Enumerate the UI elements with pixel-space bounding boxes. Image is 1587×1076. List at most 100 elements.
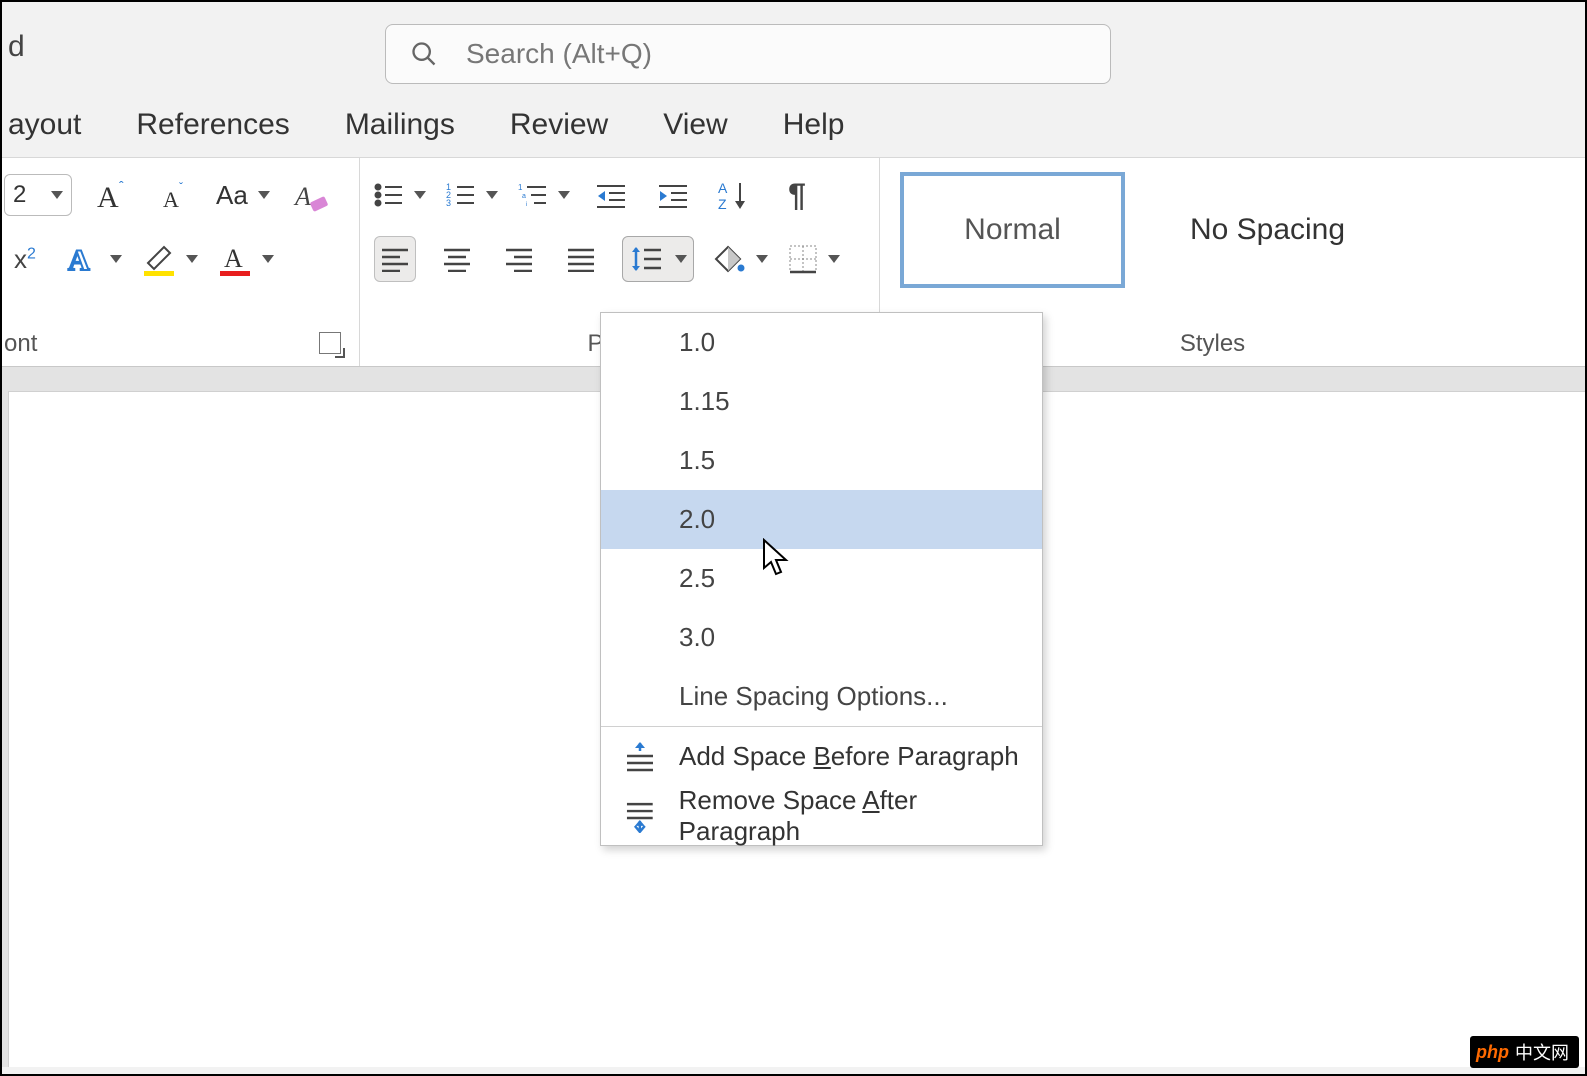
highlight-button[interactable] bbox=[142, 236, 198, 282]
line-spacing-option-1-5[interactable]: 1.5 bbox=[601, 431, 1042, 490]
svg-text:A: A bbox=[293, 182, 311, 211]
align-center-button[interactable] bbox=[436, 236, 478, 282]
title-fragment: d bbox=[8, 30, 25, 64]
line-spacing-option-label: 2.0 bbox=[679, 504, 715, 535]
line-spacing-menu: 1.0 1.15 1.5 2.0 2.5 3.0 Line Spacing Op… bbox=[600, 312, 1043, 846]
justify-button[interactable] bbox=[560, 236, 602, 282]
chevron-down-icon bbox=[828, 255, 840, 263]
line-spacing-options-label: Line Spacing Options... bbox=[679, 681, 948, 712]
styles-group-label: Styles bbox=[1180, 330, 1245, 358]
decrease-indent-button[interactable] bbox=[590, 172, 632, 218]
borders-icon bbox=[788, 244, 818, 274]
chevron-down-icon bbox=[414, 191, 426, 199]
superscript-button[interactable]: x2 bbox=[4, 236, 46, 282]
bullets-button[interactable] bbox=[374, 172, 426, 218]
change-case-button[interactable]: Aa bbox=[216, 172, 270, 218]
line-spacing-button[interactable] bbox=[622, 236, 694, 282]
line-spacing-options-item[interactable]: Line Spacing Options... bbox=[601, 667, 1042, 726]
chevron-down-icon bbox=[558, 191, 570, 199]
bullets-icon bbox=[374, 181, 404, 209]
align-center-icon bbox=[442, 246, 472, 272]
clear-formatting-button[interactable]: A bbox=[290, 172, 332, 218]
chevron-down-icon bbox=[262, 255, 274, 263]
shading-icon bbox=[714, 243, 746, 275]
svg-text:Z: Z bbox=[718, 196, 727, 211]
svg-text:i: i bbox=[526, 202, 527, 208]
align-right-button[interactable] bbox=[498, 236, 540, 282]
svg-text:3: 3 bbox=[446, 198, 451, 208]
title-bar: d Search (Alt+Q) bbox=[2, 2, 1585, 92]
tab-help[interactable]: Help bbox=[783, 108, 845, 142]
multilevel-list-icon: 1ai bbox=[518, 181, 548, 209]
show-hide-marks-button[interactable]: ¶ bbox=[776, 172, 818, 218]
shrink-font-button[interactable]: Aˇ bbox=[154, 172, 196, 218]
watermark-php: php bbox=[1476, 1042, 1509, 1063]
line-spacing-option-label: 1.5 bbox=[679, 445, 715, 476]
numbering-button[interactable]: 123 bbox=[446, 172, 498, 218]
shading-button[interactable] bbox=[714, 236, 768, 282]
sort-button[interactable]: AZ bbox=[714, 172, 756, 218]
numbering-icon: 123 bbox=[446, 181, 476, 209]
grow-font-icon: Aˆ bbox=[95, 177, 131, 213]
style-no-spacing[interactable]: No Spacing bbox=[1155, 172, 1380, 288]
line-spacing-option-2-5[interactable]: 2.5 bbox=[601, 549, 1042, 608]
increase-indent-button[interactable] bbox=[652, 172, 694, 218]
tab-references[interactable]: References bbox=[136, 108, 289, 142]
svg-text:a: a bbox=[522, 193, 526, 200]
tab-layout[interactable]: ayout bbox=[8, 108, 81, 142]
decrease-indent-icon bbox=[595, 181, 627, 209]
increase-indent-icon bbox=[657, 181, 689, 209]
font-dialog-launcher[interactable] bbox=[319, 332, 341, 354]
align-left-icon bbox=[380, 246, 410, 272]
line-spacing-option-2-0[interactable]: 2.0 bbox=[601, 490, 1042, 549]
chevron-down-icon bbox=[486, 191, 498, 199]
remove-space-after-label: Remove Space After Paragraph bbox=[679, 785, 1042, 847]
chevron-down-icon bbox=[186, 255, 198, 263]
svg-text:A: A bbox=[97, 181, 119, 213]
line-spacing-option-label: 2.5 bbox=[679, 563, 715, 594]
chevron-down-icon bbox=[258, 191, 270, 199]
tab-review[interactable]: Review bbox=[510, 108, 608, 142]
svg-text:ˆ: ˆ bbox=[119, 178, 124, 194]
font-color-button[interactable]: A bbox=[218, 236, 274, 282]
chevron-down-icon bbox=[756, 255, 768, 263]
align-left-button[interactable] bbox=[374, 236, 416, 282]
font-group-label: ont bbox=[4, 330, 37, 358]
style-no-spacing-label: No Spacing bbox=[1190, 213, 1345, 247]
line-spacing-option-1-0[interactable]: 1.0 bbox=[601, 313, 1042, 372]
pilcrow-icon: ¶ bbox=[788, 177, 806, 214]
tab-mailings[interactable]: Mailings bbox=[345, 108, 455, 142]
change-case-label: Aa bbox=[216, 180, 248, 211]
font-size-value: 2 bbox=[13, 181, 26, 209]
search-icon bbox=[410, 40, 438, 68]
sort-icon: AZ bbox=[718, 179, 752, 211]
font-size-selector[interactable]: 2 bbox=[4, 174, 72, 216]
font-color-icon: A bbox=[218, 241, 252, 277]
svg-text:A: A bbox=[224, 244, 243, 273]
svg-text:ˇ: ˇ bbox=[179, 180, 183, 194]
justify-icon bbox=[566, 246, 596, 272]
remove-space-after-item[interactable]: Remove Space After Paragraph bbox=[601, 786, 1042, 845]
borders-button[interactable] bbox=[788, 236, 840, 282]
text-effects-button[interactable]: A bbox=[66, 236, 122, 282]
clear-formatting-icon: A bbox=[293, 177, 329, 213]
style-normal[interactable]: Normal bbox=[900, 172, 1125, 288]
add-space-before-item[interactable]: Add Space Before Paragraph bbox=[601, 727, 1042, 786]
line-spacing-option-3-0[interactable]: 3.0 bbox=[601, 608, 1042, 667]
line-spacing-option-1-15[interactable]: 1.15 bbox=[601, 372, 1042, 431]
ribbon-tabs: ayout References Mailings Review View He… bbox=[2, 92, 1585, 157]
chevron-down-icon bbox=[110, 255, 122, 263]
search-box[interactable]: Search (Alt+Q) bbox=[385, 24, 1111, 84]
line-spacing-icon bbox=[629, 244, 663, 274]
add-space-before-label: Add Space Before Paragraph bbox=[679, 741, 1019, 772]
watermark-badge: php 中文网 bbox=[1470, 1036, 1579, 1068]
tab-view[interactable]: View bbox=[663, 108, 727, 142]
add-space-before-icon bbox=[623, 740, 657, 774]
multilevel-list-button[interactable]: 1ai bbox=[518, 172, 570, 218]
line-spacing-option-label: 1.15 bbox=[679, 386, 730, 417]
chevron-down-icon bbox=[675, 255, 687, 263]
line-spacing-option-label: 3.0 bbox=[679, 622, 715, 653]
line-spacing-option-label: 1.0 bbox=[679, 327, 715, 358]
grow-font-button[interactable]: Aˆ bbox=[92, 172, 134, 218]
text-effects-icon: A bbox=[66, 242, 100, 276]
